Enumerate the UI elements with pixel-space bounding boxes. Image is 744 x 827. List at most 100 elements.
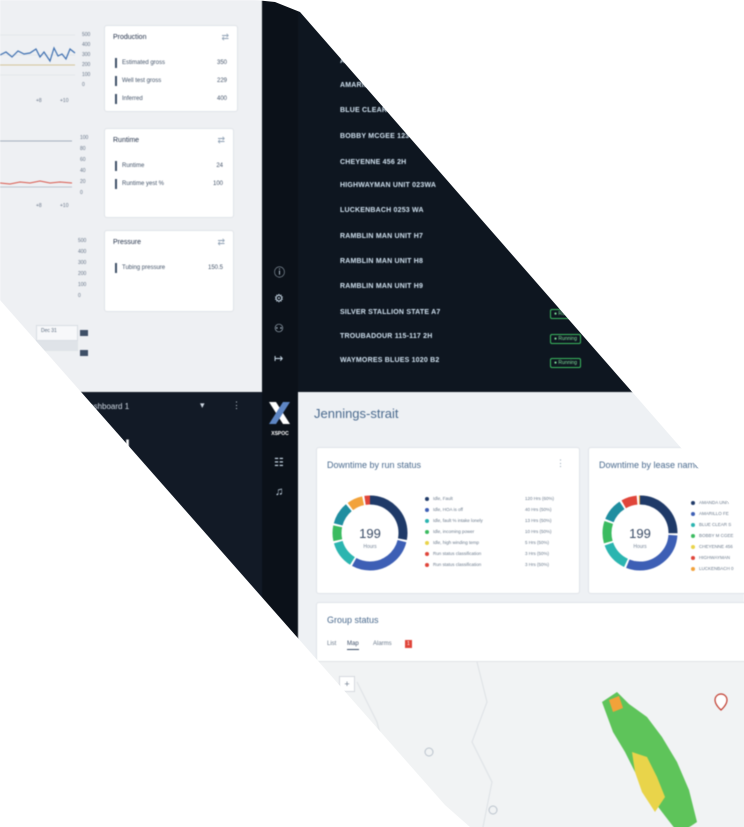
donut-unit: Hours — [633, 544, 647, 550]
terrain-green — [602, 692, 697, 827]
axis-tick: +10 — [60, 98, 69, 104]
well-item[interactable]: RAMBLIN MAN UNIT H9 — [340, 283, 423, 290]
well-item[interactable]: BOBBY MCGEE 123 1H — [340, 133, 421, 140]
bell-icon[interactable]: ♫ — [275, 486, 283, 498]
axis-tick: 0 — [78, 293, 81, 299]
legend-label: LUCKENBACH 0 — [699, 566, 734, 571]
runtime-line — [0, 180, 73, 185]
legend-value: 3 Hrs (50%) — [525, 551, 550, 556]
well-item[interactable]: TROUBADOUR 115-117 2H — [340, 333, 433, 340]
legend-item: AMARILLO FE — [691, 511, 729, 516]
production-card: Production ⇄ Estimated gross 350 Well te… — [104, 25, 238, 112]
legend-label: AMARILLO FE — [699, 511, 729, 516]
well-item[interactable]: HIGHWAYMAN UNIT 023WA — [340, 182, 436, 189]
legend-item: Run status classification — [425, 551, 481, 556]
axis-tick: 200 — [78, 271, 87, 277]
axis-tick: 500 — [82, 32, 91, 38]
legend-label: AMANDA UNIT — [699, 500, 730, 505]
legend-value: 3 Hrs (50%) — [525, 562, 550, 567]
axis-tick: +8 — [36, 203, 42, 209]
gear-icon[interactable]: ⚙ — [274, 292, 284, 305]
axis-tick: 400 — [82, 42, 91, 48]
legend-item: Run status classification — [425, 562, 481, 567]
axis-tick: 40 — [80, 168, 86, 174]
production-trend-chart — [0, 34, 76, 76]
card-title: Downtime by run status — [327, 460, 422, 470]
axis-tick: 80 — [80, 146, 86, 152]
tab-alarms[interactable]: Alarms — [373, 641, 392, 647]
well-item[interactable]: LUCKENBACH 0253 WA — [340, 207, 424, 214]
nav-marker[interactable] — [80, 350, 88, 356]
pressure-card: Pressure ⇄ Tubing pressure 150.5 — [104, 230, 234, 312]
axis-tick: 100 — [82, 72, 91, 78]
well-item[interactable]: BLUE CLEAR SK — [340, 107, 399, 114]
axis-tick: 60 — [80, 157, 86, 163]
status-badge: ● Running — [550, 309, 582, 319]
well-item[interactable]: RAMBLIN MAN UNIT H7 — [340, 233, 423, 240]
nav-marker[interactable] — [80, 330, 88, 336]
brand-name: XSPOC — [271, 431, 289, 437]
row-value: 400 — [216, 96, 227, 102]
map-terrain — [356, 662, 728, 827]
row-label: Well test gross — [115, 76, 161, 86]
well-item[interactable]: CHEYENNE 456 2H — [340, 159, 406, 166]
chevron-down-icon[interactable]: ▾ — [200, 400, 205, 411]
dashboard-selector[interactable]: e dashboard 1 — [78, 402, 129, 411]
info-icon[interactable]: ⓘ — [274, 264, 285, 280]
row-label: Tubing pressure — [115, 263, 165, 273]
map-pin-icon — [714, 693, 728, 711]
well-item[interactable]: SILVER STALLION STATE A7 — [340, 309, 440, 316]
well-item[interactable]: AMARILLO — [340, 82, 379, 89]
row-label: Inferred — [115, 94, 143, 104]
card-title: Runtime — [113, 137, 140, 144]
well-detail-dashboard: 500 400 300 200 100 0 +8 +10 Production … — [0, 0, 262, 392]
users-icon[interactable]: ⚇ — [274, 322, 284, 335]
status-badge — [550, 286, 566, 294]
date-chip[interactable]: Dec 31 — [36, 325, 78, 341]
hierarchy-icon[interactable]: ☷ — [274, 456, 284, 469]
axis-tick: 200 — [82, 62, 91, 68]
dashboard-side-panel: e dashboard 1 ▾ ⋮ rd — [0, 392, 262, 827]
x-mark-icon — [269, 402, 290, 424]
axis-tick: +10 — [60, 203, 69, 209]
row-label: Estimated gross — [115, 58, 165, 68]
card-title: Group status — [327, 615, 379, 625]
well-item[interactable]: WAYMORES BLUES 1020 B2 — [340, 357, 439, 364]
tab-list[interactable]: List — [327, 641, 336, 647]
map-view[interactable]: + — [317, 661, 744, 827]
status-badge: ● Running — [550, 334, 582, 344]
swap-icon[interactable]: ⇄ — [217, 237, 225, 248]
runtime-card: Runtime ⇄ Runtime 24 Runtime yest % 100 — [104, 128, 234, 218]
map-marker — [488, 805, 498, 815]
axis-tick: 100 — [80, 135, 89, 141]
legend-item: Idle, fault % intake lonely — [425, 518, 483, 523]
xspoc-logo[interactable]: XSPOC — [266, 400, 294, 437]
well-item[interactable]: RAMBLIN MAN UNIT H8 — [340, 258, 423, 265]
legend-label: Idle, incoming power — [433, 529, 475, 534]
legend-label: Idle, fault % intake lonely — [433, 518, 483, 523]
legend-label: CHEYENNE 456 — [699, 544, 733, 549]
logout-icon[interactable]: ↦ — [274, 352, 283, 365]
kebab-menu-icon[interactable]: ⋮ — [556, 458, 565, 469]
row-label: Runtime yest % — [115, 179, 164, 189]
legend-item: Idle, Fault — [425, 496, 453, 501]
legend-label: BLUE CLEAR S — [699, 522, 732, 527]
dashboard-heading: rd — [112, 437, 130, 457]
legend-item: BLUE CLEAR S — [691, 522, 731, 527]
row-value: 24 — [216, 163, 223, 169]
page-title: Jennings-strait — [314, 406, 399, 421]
swap-icon[interactable]: ⇄ — [221, 32, 229, 43]
row-value: 229 — [216, 78, 227, 84]
legend-label: Idle, Fault — [433, 496, 453, 501]
well-item[interactable]: AMI — [340, 58, 353, 65]
swap-icon[interactable]: ⇄ — [217, 135, 225, 146]
kebab-menu-icon[interactable]: ⋮ — [232, 400, 241, 411]
tab-map[interactable]: Map — [347, 641, 359, 650]
legend-item: Idle, HOA is off — [425, 507, 463, 512]
axis-tick: 0 — [82, 82, 85, 88]
well-list-panel — [262, 0, 744, 392]
donut-total: 199 — [359, 526, 381, 541]
legend-value: 5 Hrs (50%) — [525, 540, 550, 545]
downtime-run-card: Downtime by run status ⋮ 199 Hours Idle,… — [316, 447, 580, 594]
legend-value: 13 Hrs (50%) — [525, 518, 552, 523]
